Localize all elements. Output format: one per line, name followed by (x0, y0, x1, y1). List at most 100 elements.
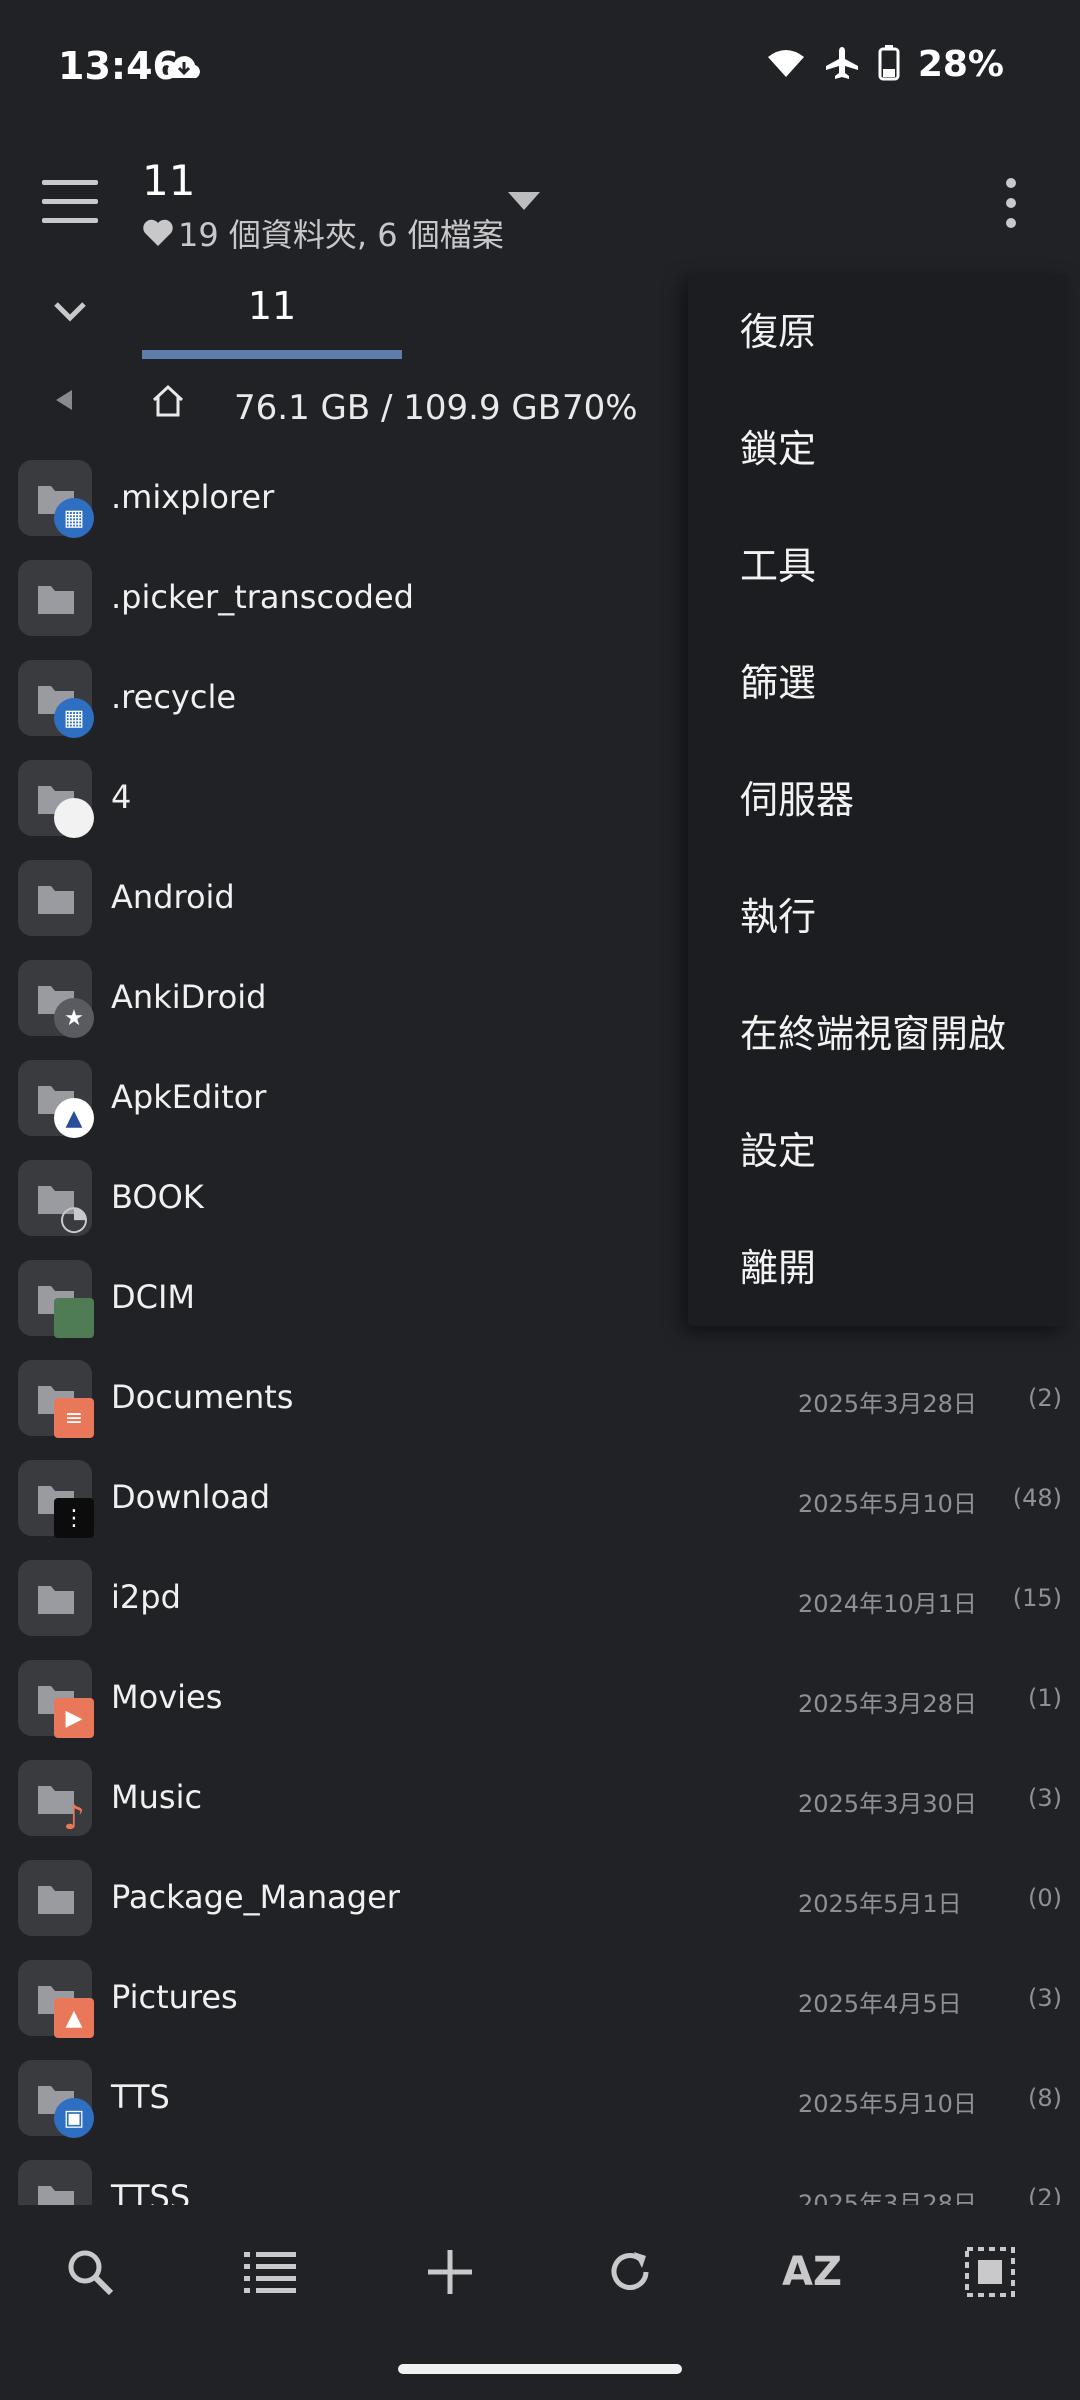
menu-item[interactable]: 設定 (740, 1093, 816, 1210)
battery-percent: 28% (917, 44, 1004, 85)
folder-badge-icon (54, 798, 94, 838)
folder-badge-icon: ≡ (54, 1398, 94, 1438)
folder-summary: 19 個資料夾, 6 個檔案 (142, 210, 504, 256)
tab-current-folder[interactable]: 11 (142, 284, 402, 328)
file-row[interactable]: ♪ Music 2025年3月30日 (3) (0, 1760, 1080, 1860)
menu-item[interactable]: 復原 (740, 274, 816, 391)
file-count: (2) (1028, 1384, 1062, 1412)
status-time: 13:46 (58, 44, 179, 88)
menu-item[interactable]: 執行 (740, 859, 816, 976)
folder-badge-icon: ◔ (59, 1198, 89, 1238)
heart-icon (143, 219, 173, 246)
file-name: Pictures (111, 1978, 238, 2016)
file-name: Movies (111, 1678, 223, 1716)
home-indicator[interactable] (398, 2364, 682, 2374)
tab-indicator (142, 350, 402, 359)
file-row[interactable]: Package_Manager 2025年5月1日 (0) (0, 1860, 1080, 1960)
folder-icon (18, 760, 94, 838)
file-date: 2025年5月10日 (798, 1490, 977, 1518)
file-date: 2024年10月1日 (798, 1590, 977, 1618)
overflow-menu: 復原 鎖定 工具 篩選 伺服器 執行 在終端視窗開啟 設定 離開 (688, 274, 1068, 1326)
file-name: DCIM (111, 1278, 196, 1316)
file-row[interactable]: i2pd 2024年10月1日 (15) (0, 1560, 1080, 1660)
file-date: 2025年3月30日 (798, 1790, 977, 1818)
folder-badge-icon: ▲ (54, 1998, 94, 2038)
file-row[interactable]: ▣ TTS 2025年5月10日 (8) (0, 2060, 1080, 2160)
file-name: 4 (111, 778, 132, 816)
download-notification-icon (164, 50, 204, 88)
menu-icon[interactable] (42, 180, 98, 224)
select-all-icon[interactable] (958, 2240, 1022, 2304)
folder-badge-icon: ▦ (54, 698, 94, 738)
file-name: Documents (111, 1378, 294, 1416)
file-name: Android (111, 878, 235, 916)
folder-icon: ▦ (18, 660, 94, 738)
file-count: (2) (1028, 2184, 1062, 2205)
file-row[interactable]: ⋮ Download 2025年5月10日 (48) (0, 1460, 1080, 1560)
menu-item[interactable]: 篩選 (740, 625, 816, 742)
menu-item[interactable]: 離開 (740, 1210, 816, 1327)
file-count: (0) (1028, 1884, 1062, 1912)
file-count: (8) (1028, 2084, 1062, 2112)
folder-icon: ▦ (18, 460, 94, 538)
folder-icon (18, 860, 92, 936)
folder-icon: ▣ (18, 2060, 94, 2138)
home-icon[interactable] (150, 384, 186, 427)
file-date: 2025年5月10日 (798, 2090, 977, 2118)
file-date: 2025年3月28日 (798, 1390, 977, 1418)
file-name: AnkiDroid (111, 978, 267, 1016)
refresh-icon[interactable] (598, 2240, 662, 2304)
storage-usage: 76.1 GB / 109.9 GB (234, 388, 562, 428)
folder-title[interactable]: 11 (142, 156, 195, 205)
menu-item[interactable]: 在終端視窗開啟 (740, 976, 1006, 1093)
file-name: Music (111, 1778, 203, 1816)
battery-icon (878, 44, 900, 85)
file-name: i2pd (111, 1578, 181, 1616)
caret-down-icon[interactable] (508, 192, 540, 210)
folder-icon: ▲ (18, 1060, 94, 1138)
storage-percent: 70% (562, 388, 638, 428)
file-row[interactable]: TTSS 2025年3月28日 (2) (0, 2160, 1080, 2205)
file-count: (1) (1028, 1684, 1062, 1712)
list-view-icon[interactable] (238, 2240, 302, 2304)
file-date: 2025年3月28日 (798, 2190, 977, 2205)
folder-badge-icon: ♪ (63, 1798, 85, 1838)
wifi-icon (766, 47, 806, 83)
folder-icon: ♪ (18, 1760, 92, 1838)
folder-badge-icon: ▶ (54, 1698, 94, 1738)
sort-az-button[interactable]: AZ (772, 2240, 852, 2304)
file-name: TTS (111, 2078, 170, 2116)
file-row[interactable]: ▲ Pictures 2025年4月5日 (3) (0, 1960, 1080, 2060)
file-name: ApkEditor (111, 1078, 267, 1116)
search-icon[interactable] (58, 2240, 122, 2304)
menu-item[interactable]: 伺服器 (740, 742, 854, 859)
file-count: (48) (1012, 1484, 1062, 1512)
file-name: TTSS (111, 2178, 191, 2205)
folder-icon (18, 1260, 94, 1338)
file-row[interactable]: ≡ Documents 2025年3月28日 (2) (0, 1360, 1080, 1460)
chevron-down-icon[interactable] (52, 300, 88, 328)
folder-badge-icon: ★ (54, 998, 94, 1038)
folder-summary-text: 19 個資料夾, 6 個檔案 (178, 216, 504, 254)
file-row[interactable]: ▶ Movies 2025年3月28日 (1) (0, 1660, 1080, 1760)
menu-item[interactable]: 工具 (740, 508, 816, 625)
sort-label: AZ (782, 2249, 842, 2295)
folder-icon: ▲ (18, 1960, 94, 2038)
file-name: .picker_transcoded (111, 578, 414, 616)
folder-icon (18, 2160, 92, 2205)
add-icon[interactable] (418, 2240, 482, 2304)
folder-badge-icon: ▦ (54, 498, 94, 538)
file-name: Download (111, 1478, 271, 1516)
file-name: BOOK (111, 1178, 204, 1216)
menu-item[interactable]: 鎖定 (740, 391, 816, 508)
more-options-icon[interactable] (1004, 178, 1018, 228)
status-bar: 13:46 28% (0, 0, 1080, 130)
file-date: 2025年3月28日 (798, 1690, 977, 1718)
folder-icon: ⋮ (18, 1460, 94, 1538)
back-arrow-icon[interactable] (56, 390, 72, 410)
airplane-mode-icon (824, 45, 860, 85)
folder-icon: ≡ (18, 1360, 94, 1438)
bottom-toolbar: AZ (0, 2222, 1080, 2322)
folder-badge-icon: ▣ (54, 2098, 94, 2138)
file-name: Package_Manager (111, 1878, 400, 1916)
